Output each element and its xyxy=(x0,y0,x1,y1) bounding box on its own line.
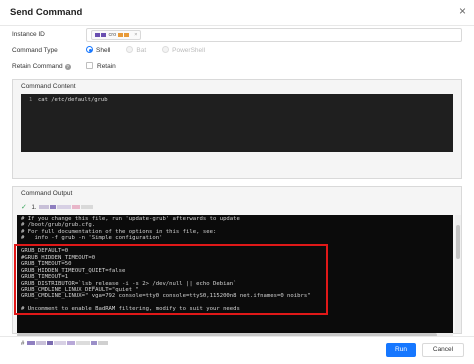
radio-label: Bat xyxy=(136,47,147,54)
command-content-section: Command Content 1 cat /etc/default/grub xyxy=(12,79,462,179)
output-instance-index: 1. xyxy=(31,205,37,211)
redacted-block xyxy=(81,205,94,210)
radio-bat[interactable]: Bat xyxy=(126,46,146,56)
dialog-title: Send Command xyxy=(10,7,83,18)
instance-tag-text: cro xyxy=(108,32,117,38)
command-output-title: Command Output xyxy=(21,190,73,197)
radio-dot-icon xyxy=(126,46,134,53)
output-instance-row: ✓ 1. xyxy=(21,203,94,213)
redacted-block xyxy=(57,205,72,210)
radio-label: Shell xyxy=(96,47,111,54)
retain-checkbox[interactable] xyxy=(86,62,93,69)
retain-checkbox-row[interactable]: Retain xyxy=(86,62,116,72)
redacted-block xyxy=(95,32,100,37)
instance-tag: cro × xyxy=(91,30,142,40)
close-icon[interactable]: × xyxy=(459,5,466,17)
radio-shell[interactable]: Shell xyxy=(86,46,110,56)
radio-label: PowerShell xyxy=(172,47,206,54)
command-editor[interactable]: 1 cat /etc/default/grub xyxy=(21,94,453,152)
dialog-header: Send Command × xyxy=(0,0,474,26)
redacted-block xyxy=(123,32,129,37)
redacted-block xyxy=(72,205,81,210)
retain-checkbox-label: Retain xyxy=(97,63,116,70)
command-content-title: Command Content xyxy=(21,83,76,90)
run-button[interactable]: Run xyxy=(386,343,416,357)
cancel-button[interactable]: Cancel xyxy=(422,343,464,357)
instance-id-label: Instance ID xyxy=(12,31,45,38)
tag-remove-icon[interactable]: × xyxy=(134,32,137,38)
command-type-label: Command Type xyxy=(12,47,58,54)
radio-powershell[interactable]: PowerShell xyxy=(162,46,205,56)
redacted-block xyxy=(101,32,106,37)
instance-id-select[interactable]: cro × xyxy=(86,28,462,42)
redacted-block xyxy=(39,205,50,210)
vertical-scrollbar[interactable] xyxy=(455,215,461,333)
retain-command-label: Retain Command? xyxy=(12,63,71,70)
help-icon[interactable]: ? xyxy=(64,64,71,70)
radio-dot-icon xyxy=(162,46,170,53)
scroll-thumb[interactable] xyxy=(456,225,460,259)
command-type-radio-group: Shell Bat PowerShell xyxy=(86,46,219,56)
command-code: cat /etc/default/grub xyxy=(38,97,108,103)
radio-dot-icon xyxy=(86,46,93,53)
highlight-box xyxy=(14,244,328,315)
dialog-footer: Run Cancel xyxy=(0,336,474,364)
redacted-block xyxy=(117,32,123,37)
redacted-block xyxy=(50,205,57,210)
line-number: 1 xyxy=(29,97,33,103)
check-icon: ✓ xyxy=(21,204,27,211)
retain-command-label-text: Retain Command xyxy=(12,63,63,70)
